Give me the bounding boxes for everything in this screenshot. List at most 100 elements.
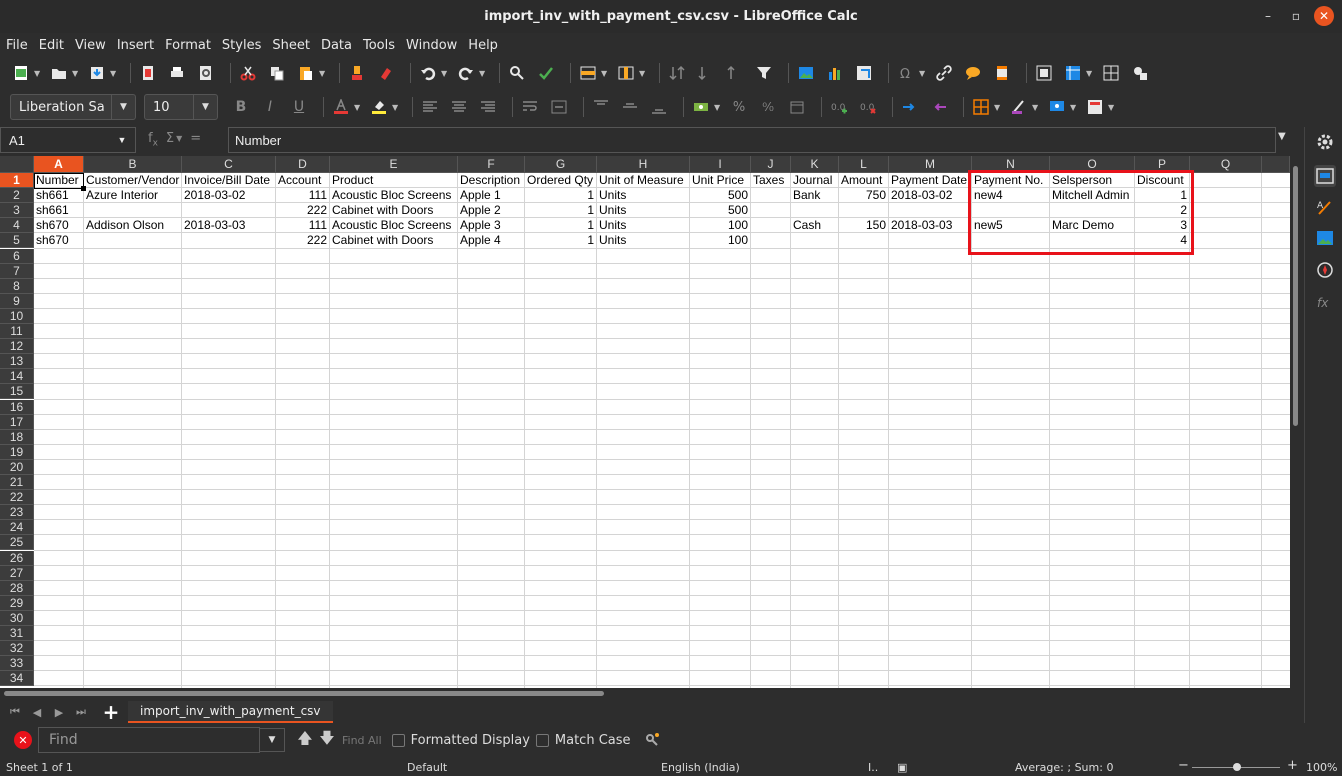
cell-e1[interactable]: Product [330,173,457,188]
clear-formatting-icon[interactable] [375,62,397,84]
row-header-12[interactable]: 12 [0,339,34,355]
menu-data[interactable]: Data [317,38,356,53]
cell-e5[interactable]: Cabinet with Doors [330,233,457,248]
add-decimal-place-icon[interactable]: 0.0 [828,96,850,118]
cell-a2[interactable]: sh661 [34,188,83,203]
border-color-icon[interactable] [1046,96,1068,118]
new-dropdown-icon[interactable]: ▼ [34,69,42,78]
format-as-date-icon[interactable] [786,96,808,118]
font-color-dropdown-icon[interactable]: ▼ [354,103,362,112]
cell-f5[interactable]: Apple 4 [458,233,524,248]
vertical-scroll-thumb[interactable] [1293,166,1298,426]
row-header-32[interactable]: 32 [0,641,34,657]
column-header-e[interactable]: E [330,156,458,173]
save-icon[interactable] [86,62,108,84]
spreadsheet-grid[interactable]: ABCDEFGHIJKLMNOPQ 1 2 3 4 5 6 7 8 9 10 11 12 13 14 15 1… [0,156,1290,688]
first-sheet-icon[interactable]: ⏮ [4,701,26,723]
format-as-percent-icon[interactable]: % [728,96,750,118]
function-wizard-icon[interactable]: fx [148,131,158,149]
cell-f1[interactable]: Description [458,173,524,188]
row-header-19[interactable]: 19 [0,444,34,460]
row-header-33[interactable]: 33 [0,656,34,672]
autofilter-icon[interactable] [753,62,775,84]
row-header-2[interactable]: 2 [0,188,34,204]
menu-styles[interactable]: Styles [218,38,265,53]
font-color-icon[interactable] [330,96,352,118]
cell-g4[interactable]: 1 [525,218,596,233]
cut-icon[interactable] [237,62,259,84]
find-previous-icon[interactable]: 🡅 [294,729,316,751]
align-left-icon[interactable] [419,96,441,118]
zoom-out-button[interactable]: − [1178,758,1189,773]
font-size-dropdown-icon[interactable]: ▼ [193,95,217,119]
paste-dropdown-icon[interactable]: ▼ [319,69,327,78]
fill-handle[interactable] [81,186,86,191]
cell-c4[interactable]: 2018-03-03 [182,218,275,233]
row-header-23[interactable]: 23 [0,505,34,521]
cell-area[interactable]: Number Customer/Vendor Invoice/Bill Date Ac… [34,170,1290,688]
redo-dropdown-icon[interactable]: ▼ [479,69,487,78]
font-name-dropdown-icon[interactable]: ▼ [111,95,135,119]
column-dropdown-icon[interactable]: ▼ [639,69,647,78]
highlight-color-dropdown-icon[interactable]: ▼ [392,103,400,112]
menu-file[interactable]: File [2,38,32,53]
undo-icon[interactable] [417,62,439,84]
close-window-button[interactable]: ✕ [1314,6,1334,26]
bold-button[interactable]: B [230,96,252,118]
sort-icon[interactable] [666,62,688,84]
format-as-currency-icon[interactable] [690,96,712,118]
cell-a5[interactable]: sh670 [34,233,83,248]
row-header-15[interactable]: 15 [0,384,34,400]
find-replace-icon[interactable] [506,62,528,84]
align-middle-icon[interactable] [619,96,641,118]
border-color-dropdown-icon[interactable]: ▼ [1070,103,1078,112]
row-header-3[interactable]: 3 [0,203,34,219]
cell-b1[interactable]: Customer/Vendor [84,173,181,188]
row-header-26[interactable]: 26 [0,550,34,566]
sheet-tab-active[interactable]: import_inv_with_payment_csv [128,701,333,723]
row-header-25[interactable]: 25 [0,535,34,551]
cell-f4[interactable]: Apple 3 [458,218,524,233]
cell-f3[interactable]: Apple 2 [458,203,524,218]
font-name-box[interactable]: Liberation Sa ▼ [10,94,136,120]
freeze-rows-columns-icon[interactable] [1062,62,1084,84]
cell-k4[interactable]: Cash [791,218,838,233]
cell-k1[interactable]: Journal [791,173,838,188]
insert-image-icon[interactable] [795,62,817,84]
cell-a3[interactable]: sh661 [34,203,83,218]
menu-tools[interactable]: Tools [359,38,399,53]
row-header-9[interactable]: 9 [0,293,34,309]
italic-button[interactable]: I [259,96,281,118]
cell-i3[interactable]: 500 [690,203,750,218]
column-header-f[interactable]: F [458,156,525,173]
text-language[interactable]: English (India) [661,761,740,774]
menu-view[interactable]: View [71,38,110,53]
next-sheet-icon[interactable]: ▶ [48,701,70,723]
cell-m1[interactable]: Payment Date [889,173,971,188]
row-header-10[interactable]: 10 [0,308,34,324]
cell-l1[interactable]: Amount [839,173,888,188]
formula-icon[interactable]: = [190,131,201,149]
last-sheet-icon[interactable]: ⏭ [70,701,92,723]
redo-icon[interactable] [455,62,477,84]
row-header-31[interactable]: 31 [0,626,34,642]
comment-icon[interactable] [962,62,984,84]
cell-b2[interactable]: Azure Interior [84,188,181,203]
formatted-display-checkbox[interactable] [391,733,405,747]
cell-c2[interactable]: 2018-03-02 [182,188,275,203]
sum-dropdown-icon[interactable]: ▼ [176,134,182,149]
name-box-dropdown-icon[interactable]: ▼ [109,128,135,152]
selection-mode-icon[interactable]: I.. [868,761,878,774]
sidebar-navigator-icon[interactable] [1314,259,1336,281]
row-header-11[interactable]: 11 [0,324,34,340]
cell-e2[interactable]: Acoustic Bloc Screens [330,188,457,203]
conditional-format-dropdown-icon[interactable]: ▼ [1108,103,1116,112]
hyperlink-icon[interactable] [933,62,955,84]
menu-insert[interactable]: Insert [113,38,158,53]
print-preview-icon[interactable] [195,62,217,84]
column-header-m[interactable]: M [889,156,972,173]
column-header-b[interactable]: B [84,156,182,173]
cell-d3[interactable]: 222 [276,203,329,218]
column-header-g[interactable]: G [525,156,597,173]
row-header-30[interactable]: 30 [0,610,34,626]
